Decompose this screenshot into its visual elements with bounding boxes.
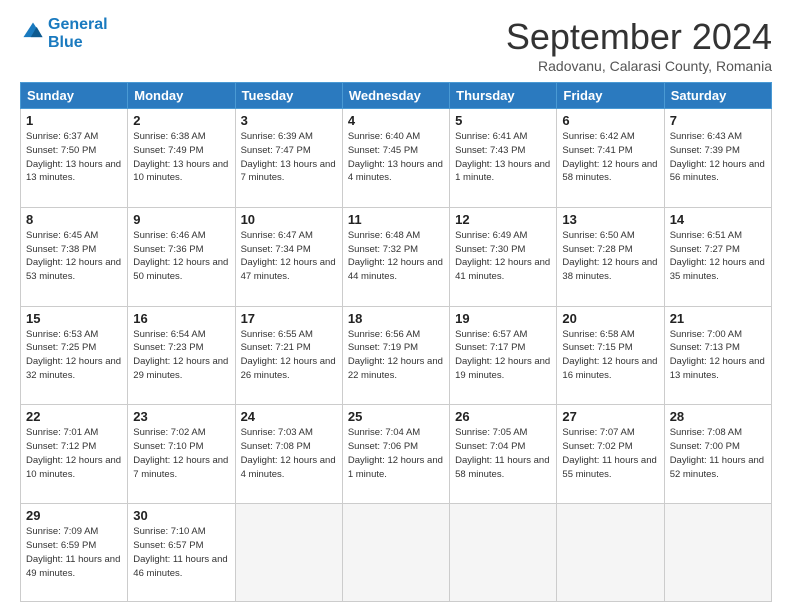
day-cell-30: 30 Sunrise: 7:10 AMSunset: 6:57 PMDaylig… (128, 504, 235, 602)
day-cell-1: 1 Sunrise: 6:37 AMSunset: 7:50 PMDayligh… (21, 109, 128, 208)
day-cell-9: 9 Sunrise: 6:46 AMSunset: 7:36 PMDayligh… (128, 207, 235, 306)
header-wednesday: Wednesday (342, 83, 449, 109)
title-block: September 2024 Radovanu, Calarasi County… (506, 16, 772, 74)
day-cell-22: 22 Sunrise: 7:01 AMSunset: 7:12 PMDaylig… (21, 405, 128, 504)
empty-cell-5 (664, 504, 771, 602)
day-cell-28: 28 Sunrise: 7:08 AMSunset: 7:00 PMDaylig… (664, 405, 771, 504)
day-cell-15: 15 Sunrise: 6:53 AMSunset: 7:25 PMDaylig… (21, 306, 128, 405)
day-cell-10: 10 Sunrise: 6:47 AMSunset: 7:34 PMDaylig… (235, 207, 342, 306)
week-row-3: 15 Sunrise: 6:53 AMSunset: 7:25 PMDaylig… (21, 306, 772, 405)
day-cell-27: 27 Sunrise: 7:07 AMSunset: 7:02 PMDaylig… (557, 405, 664, 504)
logo: General Blue (20, 16, 108, 52)
day-cell-14: 14 Sunrise: 6:51 AMSunset: 7:27 PMDaylig… (664, 207, 771, 306)
logo-text-blue: Blue (48, 34, 108, 52)
header-sunday: Sunday (21, 83, 128, 109)
day-cell-5: 5 Sunrise: 6:41 AMSunset: 7:43 PMDayligh… (450, 109, 557, 208)
week-row-2: 8 Sunrise: 6:45 AMSunset: 7:38 PMDayligh… (21, 207, 772, 306)
week-row-5: 29 Sunrise: 7:09 AMSunset: 6:59 PMDaylig… (21, 504, 772, 602)
logo-text-general: General (48, 16, 108, 34)
day-cell-8: 8 Sunrise: 6:45 AMSunset: 7:38 PMDayligh… (21, 207, 128, 306)
calendar-table: Sunday Monday Tuesday Wednesday Thursday… (20, 82, 772, 602)
day-cell-18: 18 Sunrise: 6:56 AMSunset: 7:19 PMDaylig… (342, 306, 449, 405)
location: Radovanu, Calarasi County, Romania (506, 58, 772, 74)
day-cell-4: 4 Sunrise: 6:40 AMSunset: 7:45 PMDayligh… (342, 109, 449, 208)
day-cell-19: 19 Sunrise: 6:57 AMSunset: 7:17 PMDaylig… (450, 306, 557, 405)
empty-cell-2 (342, 504, 449, 602)
day-cell-21: 21 Sunrise: 7:00 AMSunset: 7:13 PMDaylig… (664, 306, 771, 405)
day-cell-3: 3 Sunrise: 6:39 AMSunset: 7:47 PMDayligh… (235, 109, 342, 208)
day-cell-7: 7 Sunrise: 6:43 AMSunset: 7:39 PMDayligh… (664, 109, 771, 208)
day-cell-11: 11 Sunrise: 6:48 AMSunset: 7:32 PMDaylig… (342, 207, 449, 306)
header-friday: Friday (557, 83, 664, 109)
day-cell-24: 24 Sunrise: 7:03 AMSunset: 7:08 PMDaylig… (235, 405, 342, 504)
empty-cell-1 (235, 504, 342, 602)
header-thursday: Thursday (450, 83, 557, 109)
month-title: September 2024 (506, 16, 772, 58)
day-cell-17: 17 Sunrise: 6:55 AMSunset: 7:21 PMDaylig… (235, 306, 342, 405)
week-row-1: 1 Sunrise: 6:37 AMSunset: 7:50 PMDayligh… (21, 109, 772, 208)
header-tuesday: Tuesday (235, 83, 342, 109)
header: General Blue September 2024 Radovanu, Ca… (20, 16, 772, 74)
day-cell-6: 6 Sunrise: 6:42 AMSunset: 7:41 PMDayligh… (557, 109, 664, 208)
day-cell-23: 23 Sunrise: 7:02 AMSunset: 7:10 PMDaylig… (128, 405, 235, 504)
weekday-header-row: Sunday Monday Tuesday Wednesday Thursday… (21, 83, 772, 109)
day-cell-16: 16 Sunrise: 6:54 AMSunset: 7:23 PMDaylig… (128, 306, 235, 405)
day-cell-12: 12 Sunrise: 6:49 AMSunset: 7:30 PMDaylig… (450, 207, 557, 306)
empty-cell-4 (557, 504, 664, 602)
week-row-4: 22 Sunrise: 7:01 AMSunset: 7:12 PMDaylig… (21, 405, 772, 504)
empty-cell-3 (450, 504, 557, 602)
day-cell-25: 25 Sunrise: 7:04 AMSunset: 7:06 PMDaylig… (342, 405, 449, 504)
day-cell-20: 20 Sunrise: 6:58 AMSunset: 7:15 PMDaylig… (557, 306, 664, 405)
header-monday: Monday (128, 83, 235, 109)
header-saturday: Saturday (664, 83, 771, 109)
day-cell-26: 26 Sunrise: 7:05 AMSunset: 7:04 PMDaylig… (450, 405, 557, 504)
logo-icon (22, 21, 44, 43)
day-cell-2: 2 Sunrise: 6:38 AMSunset: 7:49 PMDayligh… (128, 109, 235, 208)
page: General Blue September 2024 Radovanu, Ca… (0, 0, 792, 612)
day-cell-29: 29 Sunrise: 7:09 AMSunset: 6:59 PMDaylig… (21, 504, 128, 602)
day-cell-13: 13 Sunrise: 6:50 AMSunset: 7:28 PMDaylig… (557, 207, 664, 306)
